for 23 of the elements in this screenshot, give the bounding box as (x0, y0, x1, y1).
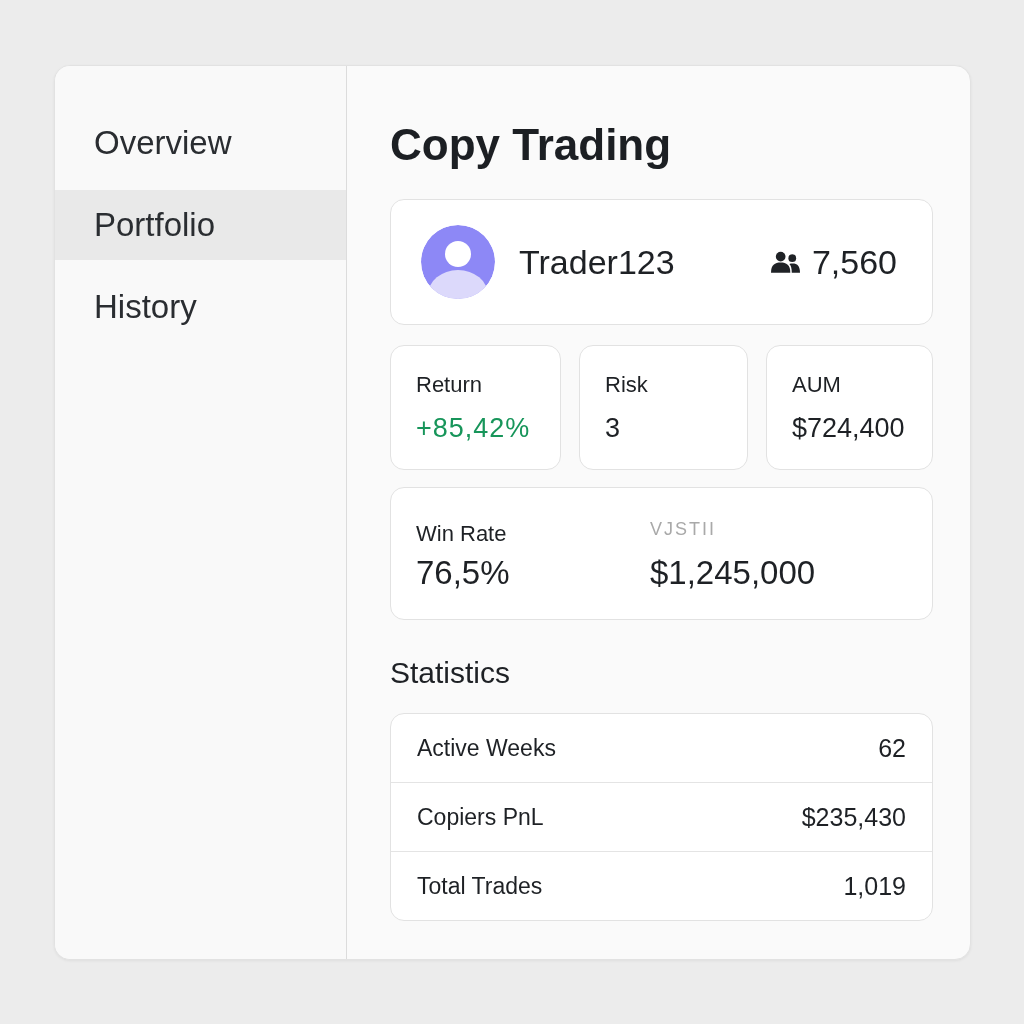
stat-value: 62 (878, 733, 906, 763)
people-icon (770, 250, 800, 274)
trader-name: Trader123 (519, 242, 676, 282)
stat-label: Active Weeks (417, 734, 556, 762)
stat-value: $235,430 (801, 802, 906, 832)
summary-label: Win Rate (416, 520, 507, 548)
metric-label: AUM (792, 371, 842, 399)
metric-value: $724,400 (792, 413, 906, 443)
stat-label: Total Trades (417, 872, 543, 900)
metric-label: Risk (605, 371, 649, 399)
section-heading: Statistics (390, 655, 512, 691)
summary-value: $1,245,000 (650, 555, 816, 591)
summary-label: VJSTII (650, 518, 716, 540)
metric-value: +85,42% (416, 413, 532, 443)
metric-label: Return (416, 371, 484, 399)
follower-count: 7,560 (811, 242, 897, 282)
stat-value: 1,019 (843, 871, 906, 901)
avatar-icon (421, 225, 495, 299)
stat-label: Copiers PnL (417, 803, 544, 831)
summary-value: 76,5% (416, 555, 510, 591)
sidebar-item[interactable]: Portfolio (55, 190, 346, 260)
metric-value: 3 (605, 413, 622, 443)
page-title: Copy Trading (390, 120, 673, 170)
